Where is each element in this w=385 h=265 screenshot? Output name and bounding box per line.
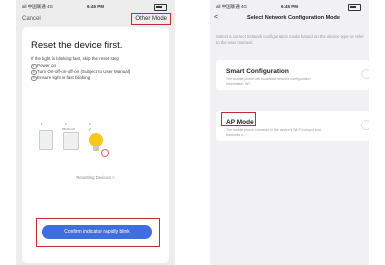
status-bar: all 中国联通 4G 6:45 PM [210, 4, 369, 11]
back-icon[interactable]: < [214, 14, 218, 21]
mode-title: AP Mode [226, 119, 254, 126]
switch-icon [39, 130, 53, 150]
battery-icon [154, 4, 167, 11]
ap-mode-option[interactable]: AP Mode The mobile phone connects to the… [216, 111, 369, 141]
mode-title: Smart Configuration [226, 68, 289, 75]
bulb-icon [89, 133, 103, 147]
page-title: Reset the device first. [31, 40, 123, 51]
status-bar: all 中国联通 4G 6:45 PM [16, 4, 175, 11]
cancel-button[interactable]: Cancel [22, 16, 41, 22]
step-text: Power on [37, 63, 57, 68]
confirm-blink-button[interactable]: Confirm indicator rapidly blink [42, 225, 152, 239]
step-text: Ensure light is fast blinking [37, 75, 91, 80]
other-mode-button[interactable]: Other Mode [131, 13, 171, 25]
mode-desc: The mobile phone connects to the device'… [226, 128, 321, 137]
step-text: Turn On-off-on-off-on (Subject to User M… [37, 69, 131, 74]
smart-configuration-option[interactable]: Smart Configuration The mobile phone wil… [216, 60, 369, 90]
mode-desc: The mobile phone will broadcast network … [226, 77, 311, 86]
network-mode-screen: all 中国联通 4G 6:45 PM < Select Network Con… [210, 0, 369, 265]
step-number-icon: 3 [31, 75, 37, 82]
illustration-timing-label: 3S On x3 [62, 127, 75, 131]
battery-icon [348, 4, 361, 11]
illustration-step-3-label: 3 [89, 122, 91, 126]
reset-device-screen: all 中国联通 4G 6:45 PM Cancel Other Mode Re… [16, 0, 175, 265]
page-title: Select Network Configuration Mode [247, 15, 340, 21]
check-icon: ✓ [88, 127, 93, 133]
mode-description: Select a correct network configuration m… [216, 34, 364, 45]
list-item: 3 Ensure light is fast blinking [31, 75, 131, 82]
bulb-base-icon [93, 146, 99, 151]
nav-bar: Cancel Other Mode [16, 13, 175, 26]
wifi-icon [361, 69, 369, 79]
reset-hint: If the light is blinking fast, skip the … [31, 56, 120, 61]
illustration-step-2-label: 2 [65, 122, 67, 126]
reset-illustration: 1 2 3S On x3 3 ✓ [39, 122, 147, 160]
clock-label: 6:45 PM [86, 4, 104, 9]
hotspot-icon [361, 120, 369, 130]
nav-bar: < Select Network Configuration Mode [210, 14, 369, 26]
clock-label: 6:45 PM [280, 4, 298, 9]
illustration-step-1-label: 1 [41, 122, 43, 126]
toggle-switch-icon [63, 132, 79, 150]
reset-steps-list: 1 Power on 2 Turn On-off-on-off-on (Subjec… [31, 63, 131, 82]
blink-indicator-icon [101, 149, 109, 157]
resetting-devices-link[interactable]: Resetting Devices > [22, 175, 169, 180]
